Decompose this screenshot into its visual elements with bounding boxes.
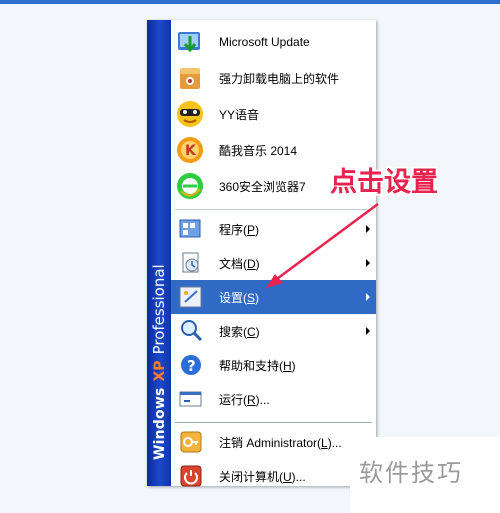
callout-label: 点击设置 bbox=[330, 167, 438, 198]
watermark: 软件技巧 bbox=[359, 459, 463, 487]
